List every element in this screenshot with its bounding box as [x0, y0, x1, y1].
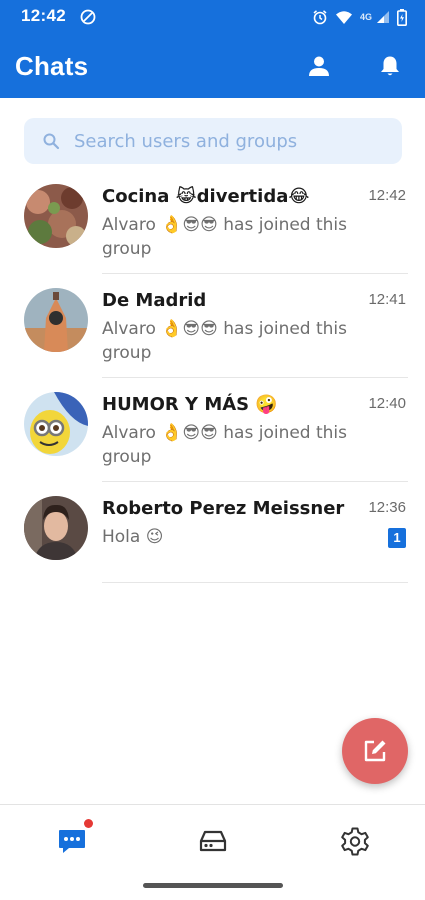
chats-icon	[59, 830, 85, 853]
user-icon	[309, 56, 329, 76]
divider	[102, 582, 408, 583]
network-type: 4G	[359, 12, 372, 22]
chat-avatar	[24, 184, 88, 248]
chat-name: Roberto Perez Meissner	[102, 498, 345, 519]
signal-icon	[376, 10, 390, 24]
new-chat-button[interactable]	[342, 718, 408, 784]
settings-icon	[341, 827, 369, 856]
notifications-button[interactable]	[376, 52, 404, 80]
app-header: 12:42 4G Chats	[0, 0, 425, 98]
divider	[102, 481, 408, 482]
status-time: 12:42	[21, 6, 66, 25]
chat-name: De Madrid	[102, 290, 207, 311]
chat-item[interactable]: Roberto Perez Meissner Hola 😉 12:36 1	[0, 496, 425, 600]
chat-time: 12:40	[368, 395, 406, 412]
chat-preview: Alvaro 👌😎😎 has joined this group	[102, 423, 348, 467]
search-input[interactable]	[74, 118, 392, 164]
page-title: Chats	[15, 51, 89, 81]
nav-storage[interactable]	[193, 821, 233, 861]
chat-preview: Alvaro 👌😎😎 has joined this group	[102, 215, 348, 259]
chat-name: HUMOR Y MÁS 🤪	[102, 394, 278, 415]
chat-avatar	[24, 288, 88, 352]
unread-badge: 1	[388, 528, 406, 548]
chat-time: 12:41	[368, 291, 406, 308]
wifi-icon	[335, 10, 353, 25]
data-saver-icon	[80, 9, 96, 25]
divider	[102, 273, 408, 274]
chat-time: 12:42	[368, 187, 406, 204]
chat-avatar	[24, 392, 88, 456]
chat-preview: Alvaro 👌😎😎 has joined this group	[102, 319, 348, 363]
bell-icon	[381, 56, 399, 76]
search-icon	[42, 132, 60, 154]
divider	[102, 377, 408, 378]
profile-button[interactable]	[305, 52, 333, 80]
storage-icon	[199, 830, 227, 852]
chat-time: 12:36	[368, 499, 406, 516]
status-bar: 12:42 4G	[0, 0, 425, 34]
alarm-icon	[312, 9, 328, 25]
battery-icon	[397, 8, 407, 26]
gesture-bar	[143, 883, 283, 888]
compose-icon	[364, 740, 386, 762]
nav-settings[interactable]	[335, 821, 375, 861]
search-bar[interactable]	[24, 118, 402, 164]
chat-avatar	[24, 496, 88, 560]
status-icons: 4G	[312, 8, 407, 26]
notification-dot	[84, 819, 93, 828]
chat-name: Cocina 😹divertida😂	[102, 186, 310, 207]
chat-preview: Hola 😉	[102, 527, 164, 547]
